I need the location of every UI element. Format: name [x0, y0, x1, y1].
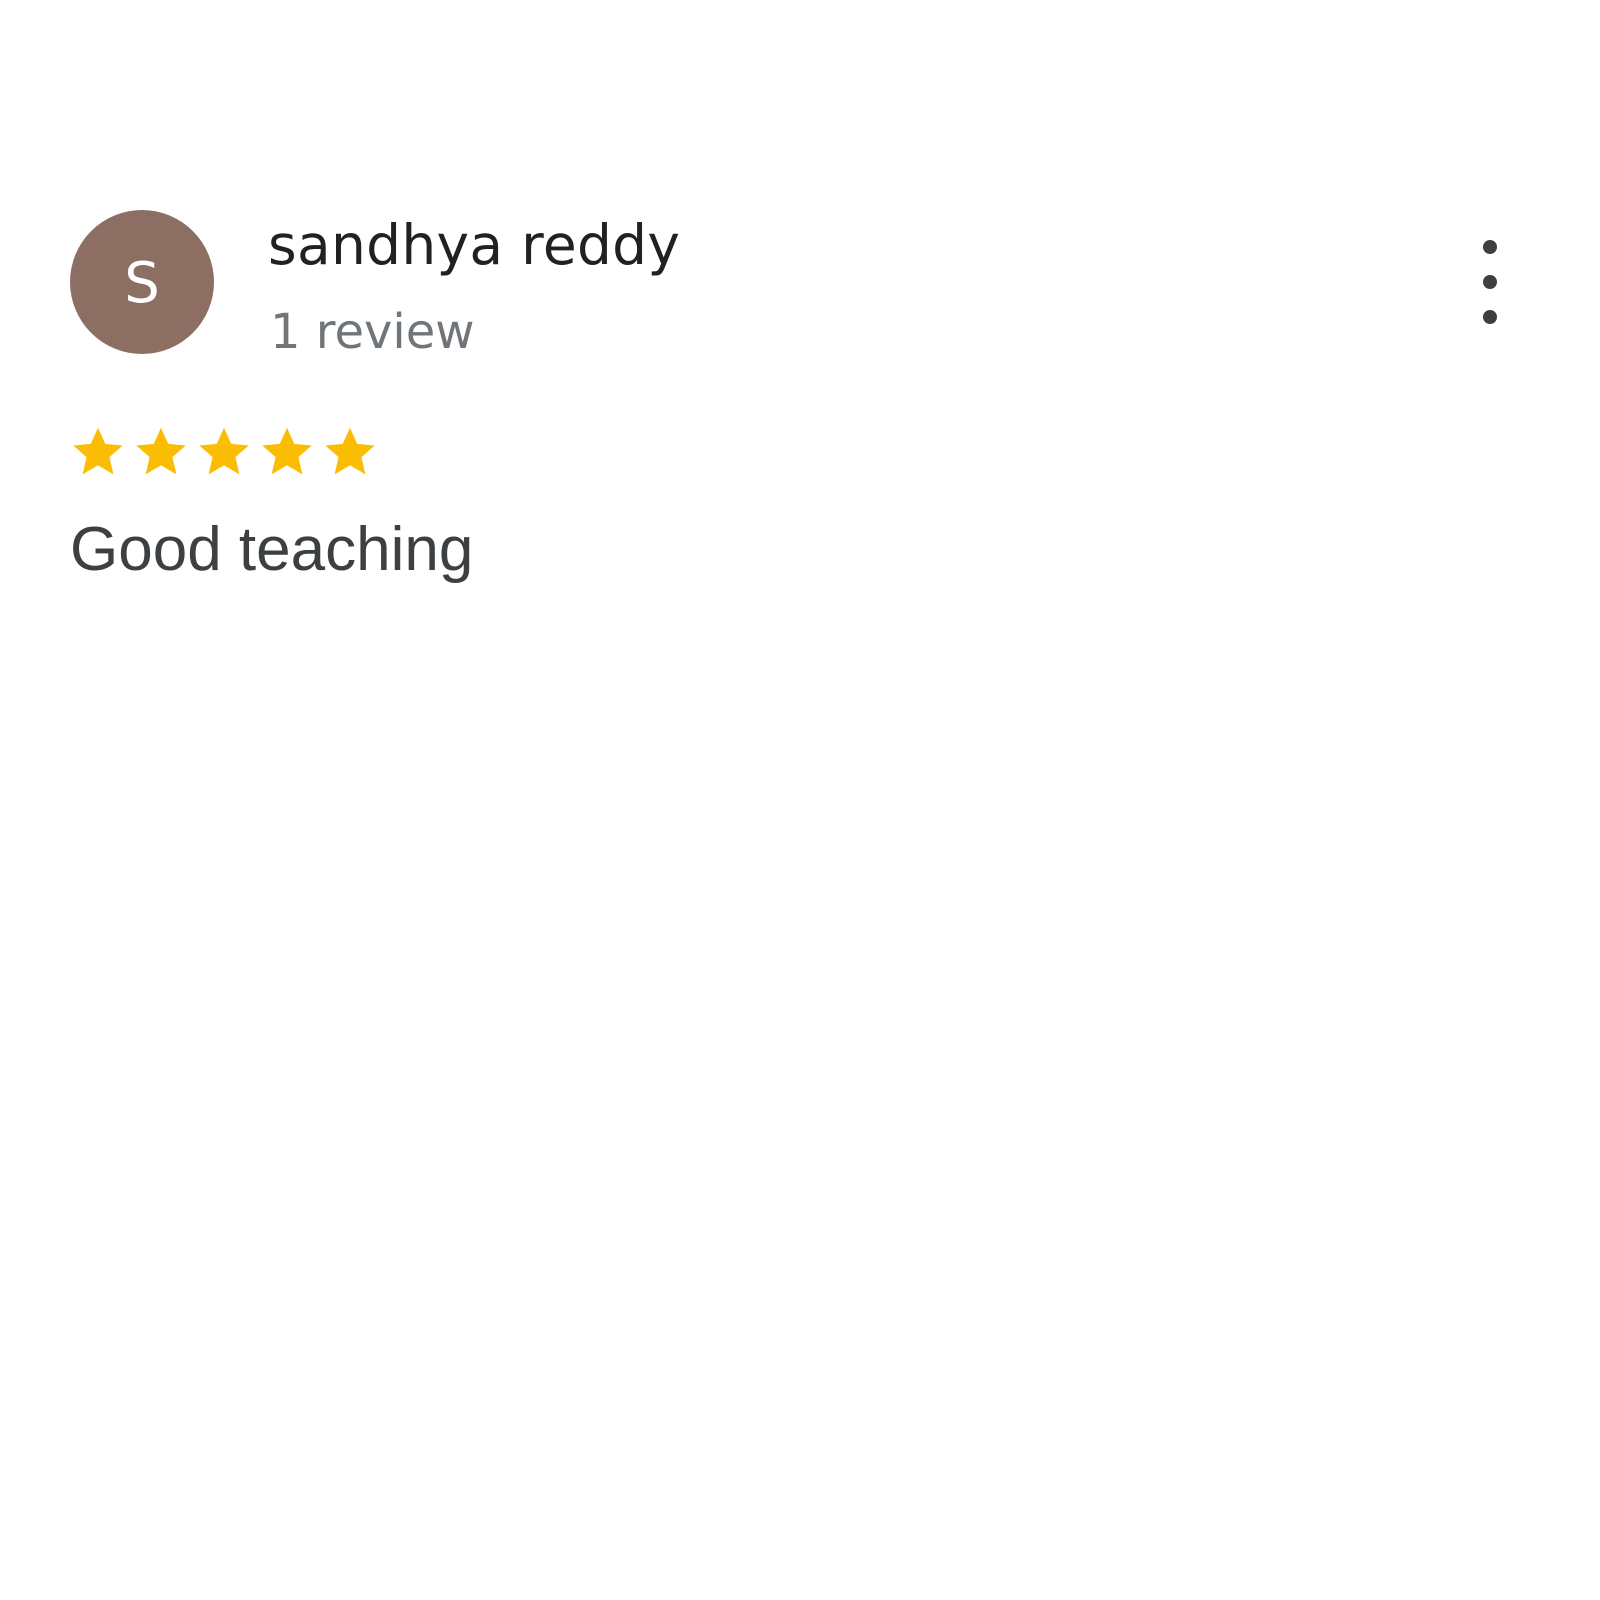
star-icon: [136, 427, 186, 475]
avatar-initial: S: [124, 251, 160, 316]
star-icon: [325, 427, 375, 475]
star-icon: [73, 427, 123, 475]
star-icon: [262, 427, 312, 475]
review-text: Good teaching: [70, 515, 474, 584]
review-count: 1 review: [270, 304, 475, 360]
more-vertical-icon: [1483, 240, 1497, 324]
avatar[interactable]: S: [70, 210, 214, 354]
star-icon: [199, 427, 249, 475]
more-options-button[interactable]: [1470, 240, 1510, 324]
star-rating: [70, 424, 378, 482]
reviewer-name[interactable]: sandhya reddy: [268, 212, 680, 278]
review-card: S sandhya reddy 1 review Good teaching: [0, 0, 1600, 1600]
